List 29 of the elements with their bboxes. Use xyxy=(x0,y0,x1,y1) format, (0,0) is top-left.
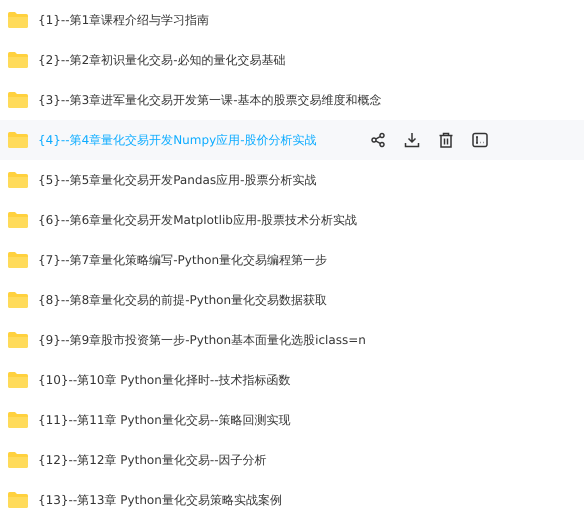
folder-name[interactable]: {11}--第11章 Python量化交易--策略回测实现 xyxy=(38,412,291,428)
folder-name[interactable]: {13}--第13章 Python量化交易策略实战案例 xyxy=(38,492,282,508)
folder-icon xyxy=(8,172,28,188)
folder-name[interactable]: {5}--第5章量化交易开发Pandas应用-股票分析实战 xyxy=(38,172,316,188)
folder-icon xyxy=(8,252,28,268)
folder-icon xyxy=(8,412,28,428)
share-icon[interactable] xyxy=(370,132,386,148)
folder-icon xyxy=(8,92,28,108)
folder-icon xyxy=(8,132,28,148)
folder-name[interactable]: {7}--第7章量化策略编写-Python量化交易编程第一步 xyxy=(38,252,328,268)
rename-icon[interactable] xyxy=(472,132,488,148)
folder-name[interactable]: {2}--第2章初识量化交易-必知的量化交易基础 xyxy=(38,52,286,68)
delete-icon[interactable] xyxy=(438,132,454,148)
download-icon[interactable] xyxy=(404,132,420,148)
folder-icon xyxy=(8,52,28,68)
folder-name[interactable]: {1}--第1章课程介绍与学习指南 xyxy=(38,12,210,28)
folder-icon xyxy=(8,292,28,308)
folder-icon xyxy=(8,452,28,468)
folder-name[interactable]: {8}--第8章量化交易的前提-Python量化交易数据获取 xyxy=(38,292,328,308)
folder-icon xyxy=(8,332,28,348)
folder-name[interactable]: {10}--第10章 Python量化择时--技术指标函数 xyxy=(38,372,291,388)
folder-name[interactable]: {6}--第6章量化交易开发Matplotlib应用-股票技术分析实战 xyxy=(38,212,358,228)
folder-name[interactable]: {12}--第12章 Python量化交易--因子分析 xyxy=(38,452,267,468)
folder-icon xyxy=(8,372,28,388)
folder-icon xyxy=(8,492,28,508)
folder-name[interactable]: {3}--第3章进军量化交易开发第一课-基本的股票交易维度和概念 xyxy=(38,92,382,108)
folder-name[interactable]: {9}--第9章股市投资第一步-Python基本面量化选股iclass=n xyxy=(38,332,366,348)
folder-icon xyxy=(8,12,28,28)
folder-icon xyxy=(8,212,28,228)
